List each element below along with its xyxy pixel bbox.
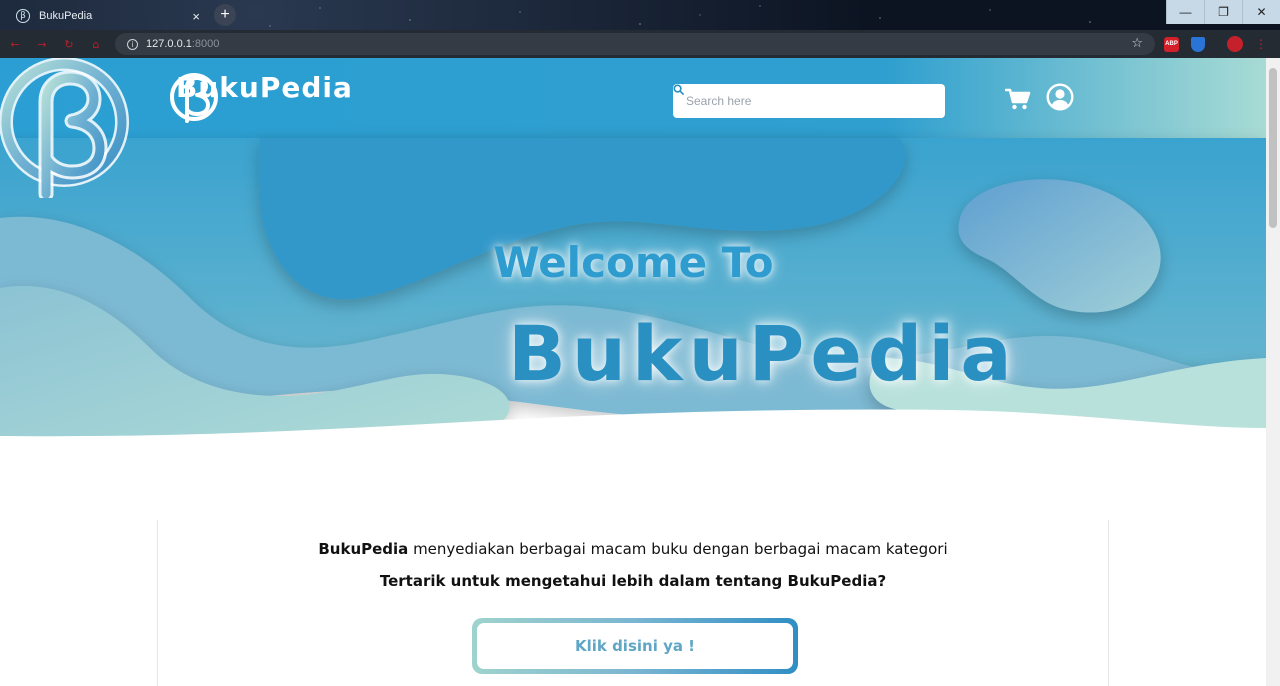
learn-more-label: Klik disini ya !	[477, 623, 793, 669]
favicon-icon: β	[16, 9, 30, 23]
shield-extension-icon[interactable]	[1191, 36, 1205, 52]
scrollbar-thumb[interactable]	[1269, 68, 1277, 228]
hero-brand-name: BukuPedia	[508, 309, 1018, 398]
restore-button[interactable]: ❐	[1204, 0, 1242, 24]
brand-logo-link[interactable]: BukuPedia	[170, 71, 353, 123]
site-navbar: BukuPedia	[0, 58, 1266, 138]
address-bar[interactable]: i 127.0.0.1:8000 ☆	[115, 33, 1155, 55]
page-scrollbar[interactable]	[1266, 58, 1280, 686]
intro-line-1-text: menyediakan berbagai macam buku dengan b…	[408, 540, 948, 558]
hero-welcome-heading: Welcome To	[0, 238, 1266, 287]
hero-banner: BukuPedia Search here Welcome To BukuPed…	[0, 58, 1266, 458]
back-icon[interactable]: ←	[8, 37, 22, 51]
intro-line-2: Tertarik untuk mengetahui lebih dalam te…	[379, 572, 887, 590]
beta-logo-icon	[170, 73, 218, 123]
browser-tab[interactable]: β BukuPedia ×	[8, 2, 208, 30]
tab-close-icon[interactable]: ×	[192, 9, 200, 24]
search-box	[673, 84, 945, 118]
intro-line-1: BukuPedia menyediakan berbagai macam buk…	[158, 540, 1108, 558]
browser-toolbar: ← → ↻ ⌂ i 127.0.0.1:8000 ☆ ABP ⋮	[0, 30, 1280, 58]
welcome-text: Welcome To	[493, 238, 774, 287]
url-port: :8000	[191, 38, 220, 50]
url-host: 127.0.0.1	[146, 38, 192, 50]
new-tab-button[interactable]: +	[214, 4, 236, 26]
forward-icon[interactable]: →	[35, 37, 49, 51]
home-icon[interactable]: ⌂	[89, 37, 103, 51]
tab-title: BukuPedia	[39, 10, 93, 22]
page-viewport: BukuPedia Search here Welcome To BukuPed…	[0, 58, 1280, 686]
search-input[interactable]	[673, 84, 911, 118]
extensions-area: ABP ⋮	[1164, 36, 1267, 52]
site-info-icon[interactable]: i	[127, 38, 138, 50]
learn-more-button[interactable]: Klik disini ya !	[472, 618, 798, 674]
menu-dots-icon[interactable]: ⋮	[1255, 37, 1267, 51]
adblock-icon[interactable]: ABP	[1164, 36, 1179, 52]
intro-brand: BukuPedia	[318, 540, 409, 558]
reload-icon[interactable]: ↻	[62, 37, 76, 51]
intro-section: BukuPedia menyediakan berbagai macam buk…	[157, 520, 1109, 686]
close-window-button[interactable]: ✕	[1242, 0, 1280, 24]
bookmark-star-icon[interactable]: ☆	[1131, 36, 1143, 51]
profile-avatar[interactable]	[1227, 36, 1243, 52]
nav-buttons: ← → ↻ ⌂	[8, 37, 103, 51]
minimize-button[interactable]: —	[1166, 0, 1204, 24]
browser-tab-bar: β BukuPedia × + — ❐ ✕	[0, 0, 1280, 30]
hero-beta-logo-icon	[0, 58, 129, 198]
window-controls: — ❐ ✕	[1166, 0, 1280, 24]
